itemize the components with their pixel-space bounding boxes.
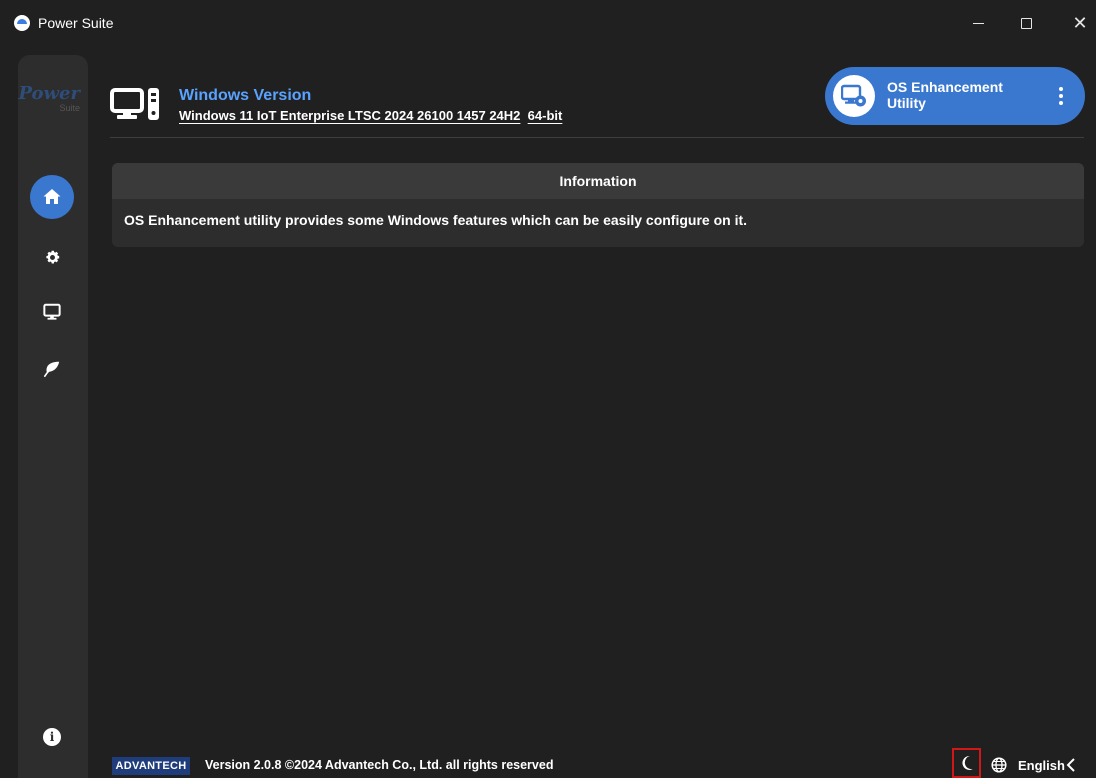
moon-icon — [961, 755, 973, 770]
window-title: Power Suite — [38, 15, 114, 31]
close-icon: ✕ — [1072, 12, 1088, 33]
power-suite-logo: Power Suite — [18, 83, 88, 114]
sidebar-item-about[interactable]: i — [30, 715, 74, 759]
version-text: Version 2.0.8 ©2024 Advantech Co., Ltd. … — [205, 758, 554, 772]
gear-icon — [45, 250, 59, 263]
home-icon — [43, 189, 61, 204]
os-name: Windows 11 IoT Enterprise LTSC 2024 2610… — [179, 108, 521, 123]
app-logo-icon — [14, 15, 30, 31]
title-bar: Power Suite ✕ — [0, 0, 1096, 46]
windows-version-detail: Windows 11 IoT Enterprise LTSC 2024 2610… — [179, 108, 562, 123]
utility-label: OS Enhancement Utility — [887, 79, 1003, 111]
windows-version-title: Windows Version — [179, 87, 312, 104]
logo-sub-text: Suite — [59, 103, 80, 113]
sidebar-item-settings[interactable] — [30, 235, 74, 279]
computer-icon — [110, 86, 164, 131]
sidebar-item-home[interactable] — [30, 175, 74, 219]
minimize-button[interactable] — [962, 10, 994, 36]
header-divider — [110, 137, 1084, 138]
sidebar-item-display[interactable] — [30, 290, 74, 334]
language-selector[interactable]: English — [1018, 758, 1065, 773]
minimize-icon — [972, 22, 984, 24]
monitor-settings-icon — [841, 84, 866, 107]
theme-toggle-button[interactable] — [952, 748, 981, 778]
info-icon: i — [43, 728, 61, 746]
os-architecture: 64-bit — [527, 108, 563, 123]
os-enhancement-utility-pill[interactable]: OS Enhancement Utility — [825, 67, 1085, 125]
close-button[interactable]: ✕ — [1064, 10, 1096, 36]
utility-icon-badge — [833, 75, 875, 117]
leaf-icon — [43, 361, 60, 378]
sidebar: Power Suite i — [18, 55, 88, 778]
maximize-button[interactable] — [1010, 10, 1042, 36]
more-options-icon[interactable] — [1051, 84, 1071, 108]
sidebar-item-eco[interactable] — [30, 347, 74, 391]
information-card: Information OS Enhancement utility provi… — [112, 163, 1084, 247]
advantech-logo: ADVANTECH — [112, 757, 190, 775]
information-heading: Information — [112, 163, 1084, 199]
monitor-icon — [43, 303, 61, 320]
globe-icon[interactable] — [991, 757, 1007, 778]
maximize-icon — [1020, 17, 1032, 29]
logo-main-text: Power — [18, 83, 81, 104]
chevron-left-icon[interactable] — [1066, 758, 1076, 777]
information-body: OS Enhancement utility provides some Win… — [124, 212, 748, 228]
